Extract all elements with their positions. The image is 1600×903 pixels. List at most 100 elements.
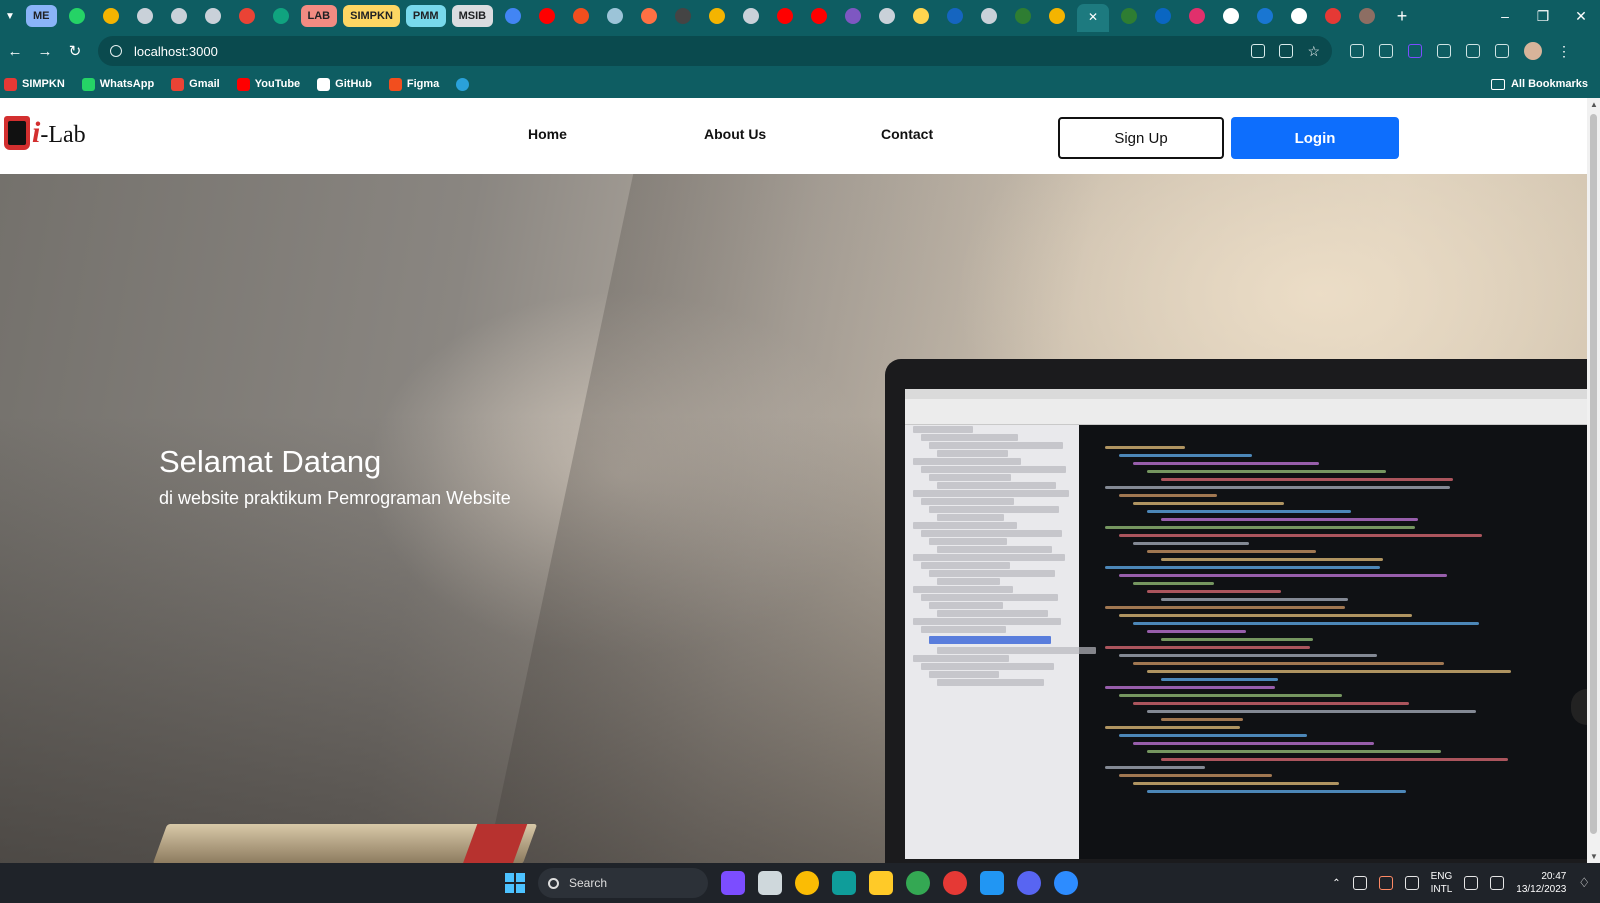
scroll-up-icon[interactable]: ▲: [1590, 100, 1598, 109]
reader-extension-icon[interactable]: [1379, 44, 1393, 58]
nav-about-us[interactable]: About Us: [704, 126, 766, 142]
tab-36[interactable]: [1319, 5, 1347, 27]
tab-37[interactable]: [1353, 5, 1381, 27]
chrome-icon[interactable]: [795, 871, 819, 895]
profile-avatar[interactable]: [1524, 42, 1542, 60]
taskbar-search[interactable]: Search: [538, 868, 708, 898]
tab-9[interactable]: SIMPKN: [343, 5, 400, 27]
install-app-icon[interactable]: [1251, 44, 1266, 58]
telegram-icon[interactable]: [943, 871, 967, 895]
all-bookmarks-button[interactable]: All Bookmarks: [1490, 78, 1588, 90]
keyboard-icon[interactable]: [1404, 876, 1419, 890]
chatgpt-icon: [272, 8, 289, 24]
page-scrollbar[interactable]: ▲ ▼: [1587, 98, 1600, 863]
forward-icon[interactable]: →: [30, 43, 60, 60]
back-icon[interactable]: ←: [0, 43, 30, 60]
tab-21[interactable]: [805, 5, 833, 27]
file-explorer-icon[interactable]: [869, 871, 893, 895]
app-icon: [675, 8, 692, 24]
tab-14[interactable]: [567, 5, 595, 27]
tab-30[interactable]: [1115, 5, 1143, 27]
tab-34[interactable]: [1251, 5, 1279, 27]
tab-11[interactable]: MSIB: [451, 5, 494, 27]
tab-0[interactable]: ME: [26, 5, 57, 27]
login-button[interactable]: Login: [1231, 117, 1399, 159]
vscode-icon[interactable]: [980, 871, 1004, 895]
scrollbar-thumb[interactable]: [1590, 114, 1597, 834]
tab-24[interactable]: [907, 5, 935, 27]
close-window-icon[interactable]: ✕: [1562, 8, 1600, 25]
clock[interactable]: 20:47 13/12/2023: [1516, 870, 1566, 896]
tab-22[interactable]: [839, 5, 867, 27]
network-icon[interactable]: [1464, 876, 1479, 890]
tab-35[interactable]: [1285, 5, 1313, 27]
side-panel-icon[interactable]: [1495, 44, 1509, 58]
bookmark-youtube[interactable]: YouTube: [236, 77, 300, 91]
tab-26[interactable]: [975, 5, 1003, 27]
tab-search-chevron-icon[interactable]: ▼: [3, 6, 17, 26]
bookmark-whatsapp[interactable]: WhatsApp: [81, 77, 154, 91]
tab-13[interactable]: [533, 5, 561, 27]
tab-31[interactable]: [1149, 5, 1177, 27]
tab-25[interactable]: [941, 5, 969, 27]
volume-icon[interactable]: [1490, 876, 1505, 890]
tab-19[interactable]: [737, 5, 765, 27]
zoom-icon[interactable]: [1054, 871, 1078, 895]
address-text[interactable]: localhost:3000: [134, 44, 218, 59]
site-info-icon[interactable]: [110, 45, 122, 57]
nav-home[interactable]: Home: [528, 126, 567, 142]
sign-up-button[interactable]: Sign Up: [1058, 117, 1224, 159]
restore-icon[interactable]: ❐: [1524, 8, 1562, 25]
tab-active[interactable]: ✕: [1077, 4, 1110, 32]
nav-contact[interactable]: Contact: [881, 126, 933, 142]
scroll-down-icon[interactable]: ▼: [1590, 852, 1598, 861]
tab-32[interactable]: [1183, 5, 1211, 27]
language-indicator[interactable]: ENG INTL: [1431, 870, 1453, 896]
docs-extension-icon[interactable]: [1437, 44, 1451, 58]
translate-icon[interactable]: [1279, 44, 1294, 58]
extension-badge-icon[interactable]: [1408, 44, 1422, 58]
browser-menu-icon[interactable]: ⋮: [1557, 43, 1571, 60]
copilot-icon[interactable]: [721, 871, 745, 895]
bookmark-figma[interactable]: Figma: [388, 77, 439, 91]
minimize-icon[interactable]: –: [1486, 8, 1524, 25]
tab-23[interactable]: [873, 5, 901, 27]
edge-icon[interactable]: [832, 871, 856, 895]
tab-27[interactable]: [1009, 5, 1037, 27]
tab-5[interactable]: [199, 5, 227, 27]
discord-icon[interactable]: [1017, 871, 1041, 895]
show-hidden-icons-chevron-icon[interactable]: ⌃: [1332, 878, 1340, 889]
bookmark-star-icon[interactable]: ☆: [1307, 44, 1320, 58]
chrome-icon[interactable]: [906, 871, 930, 895]
tab-6[interactable]: [233, 5, 261, 27]
reload-icon[interactable]: ↻: [60, 42, 90, 60]
tab-3[interactable]: [131, 5, 159, 27]
tab-8[interactable]: LAB: [300, 5, 338, 27]
tab-12[interactable]: [499, 5, 527, 27]
tab-28[interactable]: [1043, 5, 1071, 27]
bookmark-github[interactable]: GitHub: [317, 77, 372, 91]
tab-33[interactable]: [1217, 5, 1245, 27]
tab-15[interactable]: [601, 5, 629, 27]
bookmark-gmail[interactable]: Gmail: [171, 77, 220, 91]
windows-start-icon[interactable]: [505, 873, 525, 893]
tab-1[interactable]: [63, 5, 91, 27]
tab-10[interactable]: PMM: [405, 5, 446, 27]
screenshot-extension-icon[interactable]: [1350, 44, 1364, 58]
tab-20[interactable]: [771, 5, 799, 27]
sync-icon[interactable]: [1352, 876, 1367, 890]
tab-7[interactable]: [267, 5, 295, 27]
tab-17[interactable]: [669, 5, 697, 27]
tab-18[interactable]: [703, 5, 731, 27]
microphone-icon[interactable]: [1378, 876, 1393, 890]
notification-bell-icon[interactable]: ♢: [1578, 875, 1590, 891]
bookmark-telegram[interactable]: [456, 77, 474, 91]
address-bar[interactable]: localhost:3000 ☆: [98, 36, 1332, 66]
tab-4[interactable]: [165, 5, 193, 27]
bookmark-simpkn[interactable]: SIMPKN: [4, 77, 65, 91]
tab-16[interactable]: [635, 5, 663, 27]
new-tab-button[interactable]: +: [1390, 6, 1414, 27]
extensions-puzzle-icon[interactable]: [1466, 44, 1480, 58]
tab-2[interactable]: [97, 5, 125, 27]
task-view-icon[interactable]: [758, 871, 782, 895]
